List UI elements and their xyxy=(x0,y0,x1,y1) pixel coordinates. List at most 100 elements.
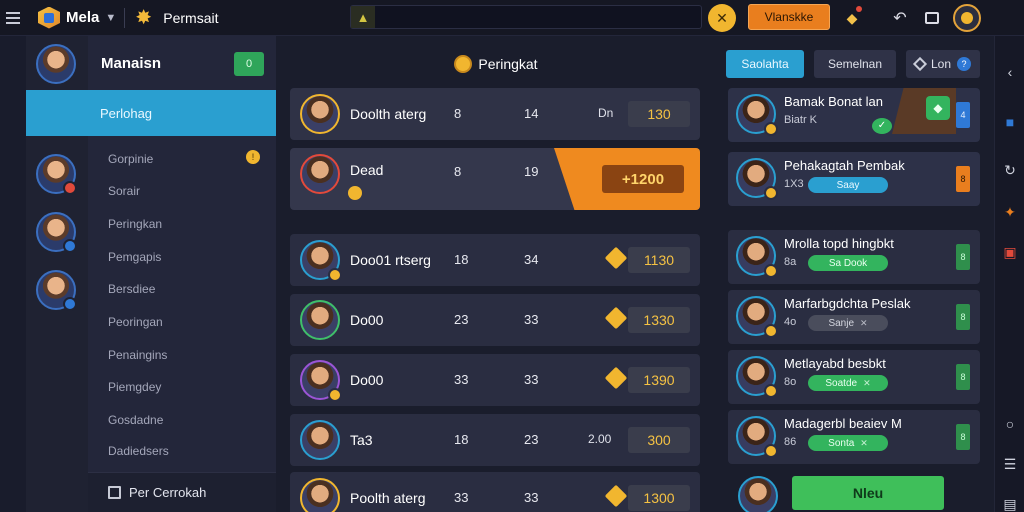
new-button[interactable]: Nleu xyxy=(792,476,944,510)
sidebar-item[interactable]: Peoringan xyxy=(108,315,163,329)
quest-subtitle: 1X3 xyxy=(784,178,804,190)
sidebar-footer[interactable]: Per Cerrokah xyxy=(88,472,276,512)
close-icon: ✕ xyxy=(863,377,871,388)
chevron-down-icon[interactable]: ▼ xyxy=(105,12,116,24)
sidebar-item[interactable]: Sorair xyxy=(108,184,140,198)
sidebar-item[interactable]: Bersdiee xyxy=(108,282,155,296)
quest-pill-button[interactable]: Sonta ✕ xyxy=(808,435,888,451)
leaderboard-panel: Peringkat Doolth aterg 8 14 Dn 130 Dead … xyxy=(276,36,716,512)
score-badge: 1390 xyxy=(628,367,690,393)
tab[interactable]: Semelnan xyxy=(814,50,896,78)
right-toolbar: ‹ ■ ↻ ✦ ▣ ○ ☰ ▤ xyxy=(994,36,1024,512)
player-name: Doolth aterg xyxy=(350,106,427,122)
gem-icon xyxy=(604,484,628,508)
leaderboard-row[interactable]: Ta3 18 23 2.00 300 xyxy=(290,414,700,466)
rank-badge xyxy=(764,444,778,458)
window-icon[interactable] xyxy=(918,4,946,32)
quest-title: Bamak Bonat lan xyxy=(784,94,884,109)
leaderboard-row[interactable]: Do00 33 33 1390 xyxy=(290,354,700,406)
leaderboard-row[interactable]: Doolth aterg 8 14 Dn 130 xyxy=(290,88,700,140)
top-primary-button[interactable]: Vlanskke xyxy=(748,4,830,30)
search-bar[interactable]: ▲ xyxy=(350,5,702,29)
tab-label: Lon xyxy=(930,57,952,71)
quest-pill-button[interactable]: Soatde ✕ xyxy=(808,375,888,391)
quest-card[interactable]: Pehakagtah Pembak 1X3 Saay 8 xyxy=(728,152,980,206)
player-avatar xyxy=(300,360,342,402)
leaderboard-row-highlighted[interactable]: Dead 8 19 +1200 xyxy=(290,148,700,210)
player-name: Doo01 rtserg xyxy=(350,252,431,268)
chevron-left-icon[interactable]: ‹ xyxy=(1002,64,1018,80)
quest-pill-button[interactable]: Sanje ✕ xyxy=(808,315,888,331)
profile-avatar-button[interactable] xyxy=(953,4,981,32)
player-avatar xyxy=(300,240,342,282)
window-icon[interactable]: ■ xyxy=(1002,114,1018,130)
avatar[interactable] xyxy=(36,212,77,253)
stat-value: 33 xyxy=(454,372,469,387)
player-name: Poolth aterg xyxy=(350,490,426,506)
puzzle-icon[interactable]: ✦ xyxy=(1002,204,1018,220)
quest-card[interactable]: Marfarbgdchta Peslak 4o Sanje ✕ 8 xyxy=(728,290,980,344)
player-name: Ta3 xyxy=(350,432,373,448)
quest-subtitle: 8a xyxy=(784,256,797,268)
quest-card[interactable]: Mrolla topd hingbkt 8a Sa Dook 8 xyxy=(728,230,980,284)
divider xyxy=(124,7,126,28)
tag-icon xyxy=(912,56,928,72)
stat-value: 33 xyxy=(524,372,539,387)
score-badge: 1130 xyxy=(628,247,690,273)
quest-card[interactable]: Bamak Bonat lan Biatr K ✓ ◆ 4 xyxy=(728,88,980,142)
gift-icon[interactable]: ◆ xyxy=(838,4,866,32)
stat-value: 18 xyxy=(454,252,469,267)
sidebar-title: Manaisn xyxy=(101,54,162,72)
status-badge xyxy=(63,181,77,195)
section-title: Permsait xyxy=(163,9,219,26)
alert-icon[interactable]: ▣ xyxy=(1002,244,1018,260)
rank-badge xyxy=(764,324,778,338)
document-icon[interactable]: ☰ xyxy=(1002,456,1018,472)
leaderboard-row[interactable]: Doo01 rtserg 18 34 1130 xyxy=(290,234,700,286)
refresh-icon[interactable]: ↻ xyxy=(1002,162,1018,178)
close-icon: ✕ xyxy=(860,437,868,448)
undo-icon[interactable]: ↶ xyxy=(886,4,914,32)
quest-card[interactable]: Madagerbl beaiev M 86 Sonta ✕ 8 xyxy=(728,410,980,464)
quest-card[interactable]: Metlayabd besbkt 8o Soatde ✕ 8 xyxy=(728,350,980,404)
stat-value: 33 xyxy=(454,490,469,505)
avatar[interactable] xyxy=(36,270,77,311)
quest-pill-button[interactable]: Sa Dook xyxy=(808,255,888,271)
tab[interactable]: Lon ? xyxy=(906,50,980,78)
stat-value: Dn xyxy=(598,106,614,120)
quest-pill-button[interactable]: Saay xyxy=(808,177,888,193)
search-input[interactable] xyxy=(375,6,701,28)
sidebar-badge[interactable]: 0 xyxy=(234,52,264,76)
quest-avatar xyxy=(736,416,778,458)
gem-icon xyxy=(604,246,628,270)
file-icon[interactable]: ▤ xyxy=(1002,496,1018,512)
tab-active[interactable]: Saolahta xyxy=(726,50,804,78)
quest-title: Madagerbl beaiev M xyxy=(784,416,902,431)
left-edge-strip xyxy=(0,36,26,512)
sidebar-item[interactable]: Penaingins xyxy=(108,348,167,362)
quest-avatar xyxy=(736,296,778,338)
avatar[interactable] xyxy=(36,44,76,84)
wrench-button[interactable]: ✕ xyxy=(708,4,736,32)
stat-value: 8 xyxy=(454,106,462,121)
sidebar-item[interactable]: Gorpinie xyxy=(108,152,153,166)
score-badge: 300 xyxy=(628,427,690,453)
sidebar-item[interactable]: Pemgapis xyxy=(108,250,161,264)
sidebar-item[interactable]: Gosdadne xyxy=(108,413,163,427)
sidebar-item[interactable]: Dadiedsers xyxy=(108,444,169,458)
quest-subtitle: 86 xyxy=(784,436,797,448)
sidebar-item[interactable]: Peringkan xyxy=(108,217,162,231)
avatar[interactable] xyxy=(738,476,778,512)
stat-value: 23 xyxy=(454,312,469,327)
trophy-icon: ▲ xyxy=(351,6,375,28)
check-icon: ✓ xyxy=(872,118,892,134)
leaderboard-row[interactable]: Do00 23 33 1330 xyxy=(290,294,700,346)
leaderboard-row[interactable]: Poolth aterg 33 33 1300 xyxy=(290,472,700,512)
reward-icon: ◆ xyxy=(926,96,950,120)
hamburger-menu-icon[interactable] xyxy=(6,7,28,29)
sidebar-item[interactable]: Piemgdey xyxy=(108,380,161,394)
quest-subtitle: 4o xyxy=(784,316,797,328)
lock-icon[interactable]: ○ xyxy=(1002,416,1018,432)
sidebar-item-active[interactable]: Perlohag xyxy=(26,90,276,136)
avatar[interactable] xyxy=(36,154,77,195)
